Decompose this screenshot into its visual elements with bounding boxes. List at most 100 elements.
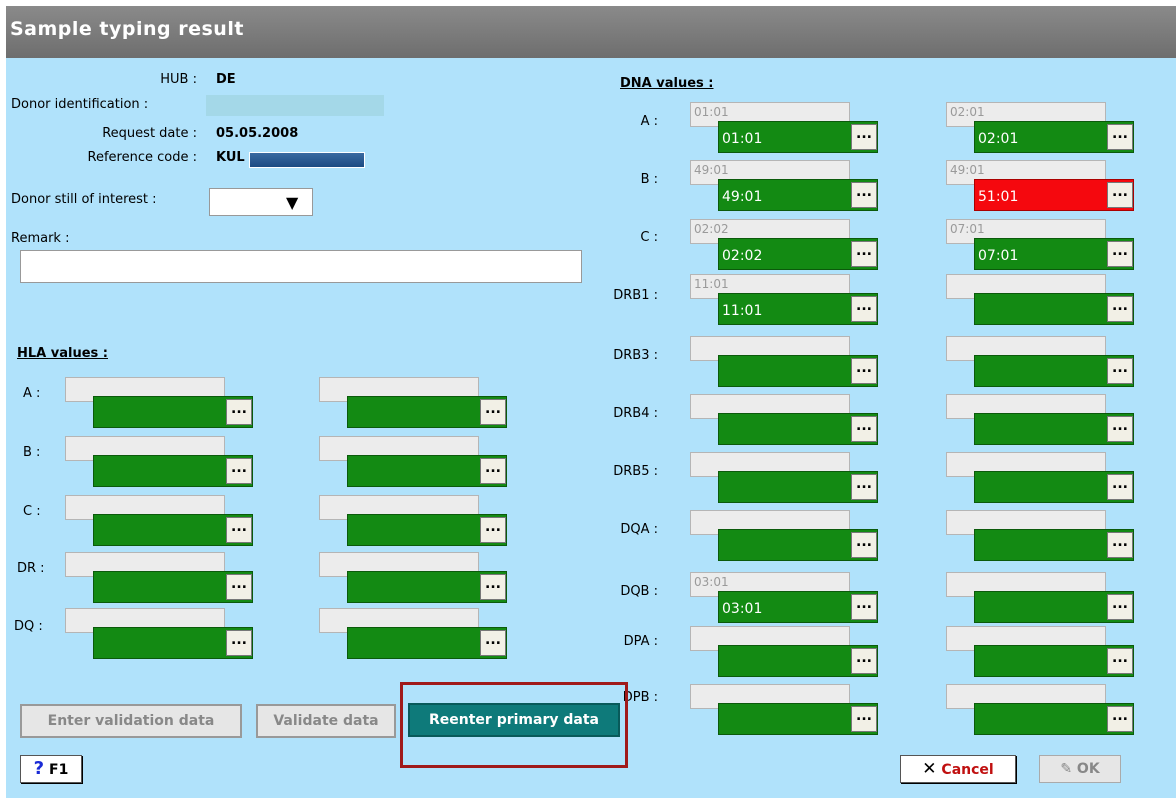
ellipsis-button[interactable]: ...	[480, 399, 506, 425]
donor-id-label: Donor identification :	[11, 97, 149, 112]
dna-c-1-field: 02:02 02:02...	[690, 219, 880, 271]
dna-row-label: A :	[640, 114, 658, 129]
dna-section-title: DNA values :	[620, 76, 714, 91]
question-icon: ?	[33, 758, 45, 779]
hla-row-label: A :	[23, 386, 41, 401]
dna-drb1-1-field: 11:01 11:01...	[690, 274, 880, 326]
dna-drb1-2-field: ...	[946, 274, 1136, 326]
hla-section-title: HLA values :	[17, 346, 108, 361]
dna-row-label: DQB :	[620, 584, 658, 599]
ellipsis-button[interactable]: ...	[226, 630, 252, 656]
dna-dqa-2-field: ...	[946, 510, 1136, 562]
caret-down-icon: ▼	[286, 193, 299, 212]
ellipsis-button[interactable]: ...	[226, 399, 252, 425]
dna-drb5-1-field: ...	[690, 452, 880, 504]
title-bar: Sample typing result	[0, 0, 1176, 58]
dna-dpa-2-field: ...	[946, 626, 1136, 678]
hla-row-label: B :	[23, 445, 41, 460]
ellipsis-button[interactable]: ...	[851, 594, 877, 620]
dna-dqa-1-field: ...	[690, 510, 880, 562]
ellipsis-button[interactable]: ...	[1107, 532, 1133, 558]
hla-dq-2-field: ...	[319, 608, 509, 660]
dna-drb3-2-field: ...	[946, 336, 1136, 388]
hla-b-2-field: ...	[319, 436, 509, 488]
request-date-label: Request date :	[102, 126, 197, 141]
ellipsis-button[interactable]: ...	[480, 574, 506, 600]
ellipsis-button[interactable]: ...	[1107, 594, 1133, 620]
cancel-button-label: Cancel	[941, 762, 994, 778]
ellipsis-button[interactable]: ...	[851, 241, 877, 267]
dna-row-label: DQA :	[620, 522, 658, 537]
edit-check-icon: ✎	[1060, 761, 1073, 777]
dna-drb3-1-field: ...	[690, 336, 880, 388]
hla-c-1-field: ...	[65, 495, 255, 547]
ellipsis-button[interactable]: ...	[480, 458, 506, 484]
hla-row-label: DR :	[17, 561, 45, 576]
ellipsis-button[interactable]: ...	[1107, 416, 1133, 442]
ellipsis-button[interactable]: ...	[1107, 648, 1133, 674]
ok-button[interactable]: ✎ OK	[1039, 755, 1121, 783]
hla-b-1-field: ...	[65, 436, 255, 488]
dna-drb5-2-field: ...	[946, 452, 1136, 504]
reference-code-value: KUL	[216, 150, 245, 165]
ellipsis-button[interactable]: ...	[1107, 182, 1133, 208]
dna-a-1-field: 01:01 01:01...	[690, 102, 880, 154]
dna-b-1-field: 49:01 49:01...	[690, 160, 880, 212]
hla-a-1-field: ...	[65, 377, 255, 429]
ellipsis-button[interactable]: ...	[851, 416, 877, 442]
ellipsis-button[interactable]: ...	[1107, 241, 1133, 267]
dna-dpb-2-field: ...	[946, 684, 1136, 736]
hla-c-2-field: ...	[319, 495, 509, 547]
donor-id-value	[206, 95, 384, 116]
ellipsis-button[interactable]: ...	[851, 532, 877, 558]
ellipsis-button[interactable]: ...	[1107, 474, 1133, 500]
remark-input[interactable]	[20, 250, 582, 283]
ellipsis-button[interactable]: ...	[226, 458, 252, 484]
ellipsis-button[interactable]: ...	[1107, 358, 1133, 384]
help-button-label: F1	[49, 762, 69, 778]
dna-drb4-1-field: ...	[690, 394, 880, 446]
hla-a-2-field: ...	[319, 377, 509, 429]
ellipsis-button[interactable]: ...	[851, 474, 877, 500]
dna-dqb-1-field: 03:01 03:01...	[690, 572, 880, 624]
dna-drb4-2-field: ...	[946, 394, 1136, 446]
highlight-box	[400, 682, 628, 768]
hla-row-label: DQ :	[14, 619, 43, 634]
hub-value: DE	[216, 72, 236, 87]
ellipsis-button[interactable]: ...	[480, 517, 506, 543]
ellipsis-button[interactable]: ...	[851, 648, 877, 674]
ellipsis-button[interactable]: ...	[1107, 124, 1133, 150]
ellipsis-button[interactable]: ...	[851, 124, 877, 150]
hla-dq-1-field: ...	[65, 608, 255, 660]
dna-row-label: B :	[640, 172, 658, 187]
ellipsis-button[interactable]: ...	[851, 182, 877, 208]
dna-dpa-1-field: ...	[690, 626, 880, 678]
ellipsis-button[interactable]: ...	[1107, 706, 1133, 732]
reference-code-label: Reference code :	[87, 150, 197, 165]
reference-code-redacted	[249, 152, 365, 168]
dna-row-label: C :	[640, 230, 658, 245]
ellipsis-button[interactable]: ...	[851, 358, 877, 384]
help-button[interactable]: ? F1	[20, 755, 82, 783]
validate-data-button[interactable]: Validate data	[256, 704, 396, 738]
hla-dr-1-field: ...	[65, 552, 255, 604]
dna-dpb-1-field: ...	[690, 684, 880, 736]
dna-a-2-field: 02:01 02:01...	[946, 102, 1136, 154]
ellipsis-button[interactable]: ...	[226, 517, 252, 543]
dna-row-label: DRB1 :	[613, 288, 658, 303]
enter-validation-data-button[interactable]: Enter validation data	[20, 704, 242, 738]
window-title: Sample typing result	[10, 18, 244, 40]
ellipsis-button[interactable]: ...	[480, 630, 506, 656]
donor-interest-label: Donor still of interest :	[11, 192, 157, 207]
ellipsis-button[interactable]: ...	[851, 296, 877, 322]
ellipsis-button[interactable]: ...	[226, 574, 252, 600]
ellipsis-button[interactable]: ...	[1107, 296, 1133, 322]
x-icon: ✕	[922, 759, 937, 779]
dna-b-2-field: 49:01 51:01...	[946, 160, 1136, 212]
donor-interest-select[interactable]: ▼	[209, 188, 313, 216]
ellipsis-button[interactable]: ...	[851, 706, 877, 732]
remark-label: Remark :	[11, 231, 70, 246]
ok-button-label: OK	[1076, 761, 1100, 777]
cancel-button[interactable]: ✕ Cancel	[900, 755, 1016, 783]
dna-row-label: DRB5 :	[613, 464, 658, 479]
